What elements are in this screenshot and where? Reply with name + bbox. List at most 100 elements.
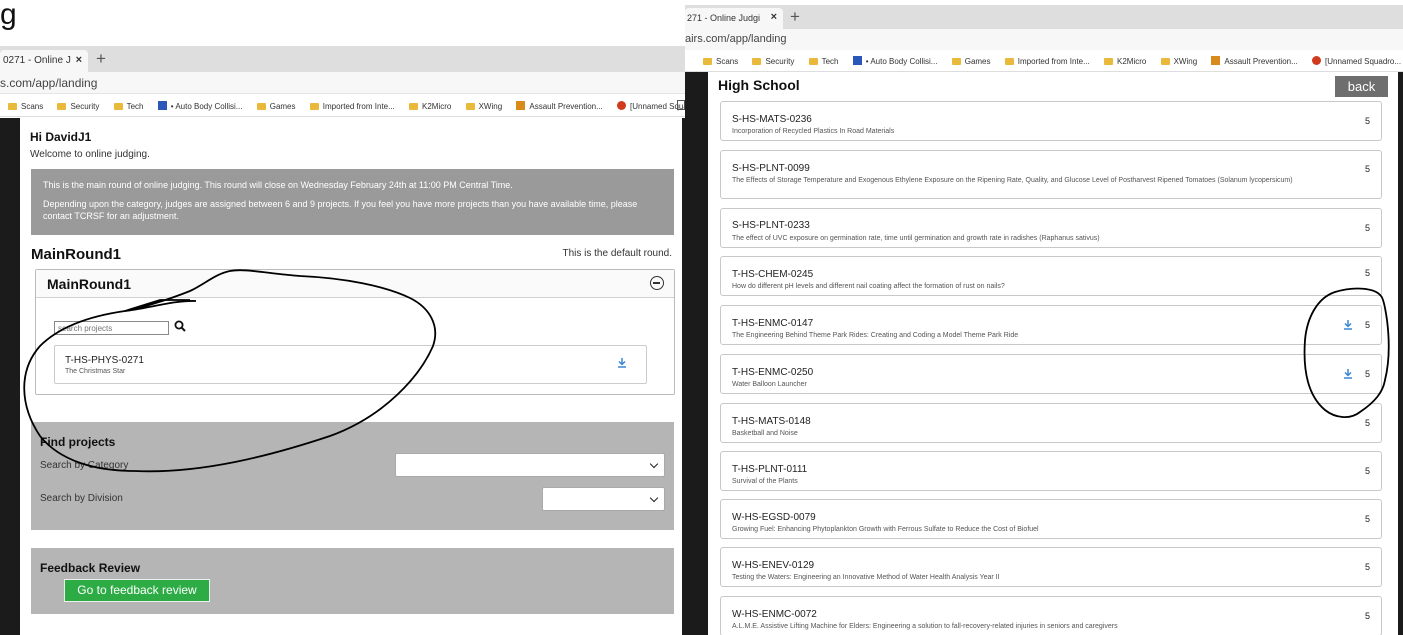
bookmark-security[interactable]: Security [57, 102, 99, 111]
project-code: S-HS-PLNT-0099 [732, 163, 810, 174]
project-row[interactable]: T-HS-ENMC-0250 Water Balloon Launcher 5 [720, 354, 1382, 394]
feedback-review-panel: Feedback Review Go to feedback review [31, 548, 674, 614]
tab-strip: 271 - Online Judgi × + [685, 5, 1403, 29]
project-description: The effect of UVC exposure on germinatio… [732, 235, 1100, 242]
notice-line: This is the main round of online judging… [43, 180, 513, 190]
go-to-feedback-review-button[interactable]: Go to feedback review [64, 579, 210, 602]
project-description: Basketball and Noise [732, 430, 798, 437]
project-code: S-HS-MATS-0236 [732, 114, 812, 125]
address-bar[interactable]: s.com/app/landing [0, 72, 685, 94]
search-by-category-label: Search by Category [40, 460, 129, 471]
bookmark-games[interactable]: Games [951, 57, 991, 66]
bookmark-k2micro[interactable]: K2Micro [409, 102, 451, 111]
bookmark-xwing[interactable]: XWing [465, 102, 502, 111]
project-description: How do different pH levels and different… [732, 283, 1005, 290]
bookmark-games[interactable]: Games [256, 102, 296, 111]
bookmark-assault-prevention[interactable]: Assault Prevention... [516, 101, 603, 111]
find-projects-panel: Find projects Search by Category Search … [31, 422, 674, 530]
bookmark-unnamed-squadron[interactable]: [Unnamed Squadro... [1312, 56, 1401, 66]
project-score: 5 [1364, 466, 1370, 476]
download-icon[interactable] [617, 357, 627, 368]
download-icon[interactable] [1343, 319, 1353, 330]
project-description: Water Balloon Launcher [732, 381, 807, 388]
folder-icon [808, 58, 818, 65]
project-row[interactable]: W-HS-EGSD-0079 Growing Fuel: Enhancing P… [720, 499, 1382, 539]
bookmark-security[interactable]: Security [752, 57, 794, 66]
folder-icon [57, 103, 67, 110]
project-code: W-HS-ENMC-0072 [732, 609, 817, 620]
chevron-down-icon [649, 459, 659, 469]
url-text: airs.com/app/landing [685, 33, 787, 45]
folder-icon [8, 103, 17, 110]
folder-icon [256, 103, 266, 110]
close-tab-icon[interactable]: × [771, 11, 777, 23]
bookmark-auto-body[interactable]: • Auto Body Collisi... [852, 56, 937, 66]
bookmark-imported[interactable]: Imported from Inte... [309, 102, 395, 111]
project-card[interactable]: T-HS-PHYS-0271 The Christmas Star [54, 345, 647, 384]
project-score: 5 [1364, 268, 1370, 278]
project-description: A.L.M.E. Assistive Lifting Machine for E… [732, 623, 1118, 630]
download-icon[interactable] [1343, 368, 1353, 379]
project-description: Growing Fuel: Enhancing Phytoplankton Gr… [732, 526, 1039, 533]
new-tab-button[interactable]: + [96, 49, 106, 69]
notice-line: Depending upon the category, judges are … [43, 199, 638, 221]
chevron-down-icon [649, 493, 659, 503]
round-panel-title: MainRound1 [47, 276, 131, 292]
bookmarks-bar: Scans Security Tech • Auto Body Collisi.… [685, 51, 1403, 72]
close-tab-icon[interactable]: × [76, 54, 82, 66]
new-tab-button[interactable]: + [790, 7, 800, 27]
round-panel-header: MainRound1 [36, 270, 674, 298]
project-code: W-HS-ENEV-0129 [732, 560, 815, 571]
greeting: Hi DavidJ1 [30, 130, 92, 144]
project-score: 5 [1364, 369, 1370, 379]
bookmark-scans[interactable]: Scans [703, 57, 738, 66]
project-code: T-HS-PLNT-0111 [732, 464, 808, 475]
search-projects-input[interactable] [54, 321, 169, 335]
folder-icon [703, 58, 712, 65]
folder-icon [752, 58, 762, 65]
tab-strip: 0271 - Online J × + [0, 46, 685, 72]
site-icon [852, 56, 862, 65]
bookmark-scans[interactable]: Scans [8, 102, 43, 111]
bookmark-k2micro[interactable]: K2Micro [1104, 57, 1146, 66]
bookmark-tech[interactable]: Tech [808, 57, 839, 66]
project-score: 5 [1364, 611, 1370, 621]
project-code: T-HS-ENMC-0147 [732, 318, 814, 329]
bookmark-auto-body[interactable]: • Auto Body Collisi... [157, 101, 242, 111]
project-score: 5 [1364, 514, 1370, 524]
project-row[interactable]: S-HS-PLNT-0099 The Effects of Storage Te… [720, 150, 1382, 199]
search-icon[interactable] [174, 320, 186, 332]
address-bar[interactable]: airs.com/app/landing [685, 29, 1403, 50]
project-row[interactable]: T-HS-ENMC-0147 The Engineering Behind Th… [720, 305, 1382, 345]
page-frame: Hi DavidJ1 Welcome to online judging. Th… [0, 118, 685, 635]
project-code: T-HS-PHYS-0271 [65, 355, 144, 366]
project-row[interactable]: W-HS-ENEV-0129 Testing the Waters: Engin… [720, 547, 1382, 587]
project-row[interactable]: S-HS-MATS-0236 Incorporation of Recycled… [720, 101, 1382, 141]
bookmark-imported[interactable]: Imported from Inte... [1004, 57, 1090, 66]
back-button[interactable]: back [1335, 76, 1388, 97]
page-frame: High School back S-HS-MATS-0236 Incorpor… [685, 72, 1403, 635]
browser-tab[interactable]: 0271 - Online J × [0, 50, 88, 72]
folder-icon [113, 103, 123, 110]
rebel-icon [1312, 56, 1321, 65]
browser-tab[interactable]: 271 - Online Judgi × [685, 8, 783, 29]
project-row[interactable]: T-HS-PLNT-0111 Survival of the Plants 5 [720, 451, 1382, 491]
bookmark-tech[interactable]: Tech [113, 102, 144, 111]
collapse-icon[interactable] [650, 276, 664, 290]
right-browser-window: 271 - Online Judgi × + airs.com/app/land… [685, 0, 1403, 635]
project-row[interactable]: W-HS-ENMC-0072 A.L.M.E. Assistive Liftin… [720, 596, 1382, 635]
bookmark-assault-prevention[interactable]: Assault Prevention... [1211, 56, 1298, 66]
folder-icon [1104, 58, 1114, 65]
folder-icon [465, 103, 475, 110]
project-code: T-HS-ENMC-0250 [732, 367, 814, 378]
project-description: Survival of the Plants [732, 478, 798, 485]
project-title: The Christmas Star [65, 368, 126, 375]
division-select[interactable] [542, 487, 665, 511]
page-icon[interactable] [677, 100, 685, 110]
project-row[interactable]: T-HS-MATS-0148 Basketball and Noise 5 [720, 403, 1382, 443]
project-row[interactable]: S-HS-PLNT-0233 The effect of UVC exposur… [720, 208, 1382, 248]
category-select[interactable] [395, 453, 665, 477]
bookmark-xwing[interactable]: XWing [1160, 57, 1197, 66]
bookmark-unnamed-squadron[interactable]: [Unnamed Squadro... [617, 101, 685, 111]
project-row[interactable]: T-HS-CHEM-0245 How do different pH level… [720, 256, 1382, 296]
